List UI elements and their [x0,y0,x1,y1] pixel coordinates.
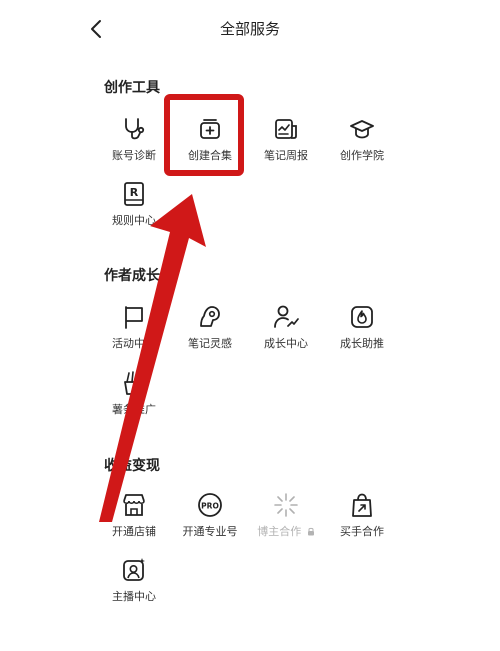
section-title-monetization: 收益变现 [104,458,160,474]
section-title-creation-tools: 创作工具 [104,80,160,96]
service-label: 博主合作 [246,523,326,539]
service-fries-promotion[interactable]: 薯条推广 [94,370,174,430]
pro-badge-icon: PRO [197,492,223,518]
service-creator-academy[interactable]: 创作学院 [322,116,402,176]
page-title: 全部服务 [219,20,280,38]
svg-text:PRO: PRO [201,502,219,511]
shopping-bag-icon [349,492,375,518]
highlight-box [164,94,244,176]
service-buyer-collaboration[interactable]: 买手合作 [322,492,402,552]
service-label: 笔记周报 [264,149,308,162]
service-note-inspiration[interactable]: 笔记灵感 [170,304,250,364]
sparkle-icon [273,492,299,518]
service-label: 薯条推广 [112,403,156,416]
service-label: 成长助推 [340,337,384,350]
section-title-author-growth: 作者成长 [104,268,160,284]
service-label: 账号诊断 [112,149,156,162]
service-blogger-collaboration[interactable]: 博主合作 [246,492,326,552]
flame-icon [349,304,375,330]
service-activity-center[interactable]: 活动中心 [94,304,174,364]
top-bar: 全部服务 [0,0,500,58]
service-label: 开通专业号 [182,525,238,538]
service-label-text: 博主合作 [257,525,302,538]
service-label: 买手合作 [340,525,384,538]
stethoscope-icon [121,116,147,142]
graduation-cap-icon [349,116,375,142]
weekly-report-icon [273,116,299,142]
user-growth-icon [273,304,299,330]
flag-icon [121,304,147,330]
lock-icon [307,527,315,536]
service-label: 开通店铺 [112,525,156,538]
service-label: 主播中心 [112,590,156,603]
svg-text:R: R [130,186,139,199]
service-weekly-report[interactable]: 笔记周报 [246,116,326,176]
service-label: 规则中心 [112,214,156,227]
streamer-icon [121,557,147,583]
rule-book-icon: R [121,181,147,207]
fries-icon [121,370,147,396]
service-rules-center[interactable]: R 规则中心 [94,181,174,241]
service-growth-boost[interactable]: 成长助推 [322,304,402,364]
service-streamer-center[interactable]: 主播中心 [94,557,174,617]
service-label: 成长中心 [264,337,308,350]
service-account-diagnosis[interactable]: 账号诊断 [94,116,174,176]
service-label: 笔记灵感 [188,337,232,350]
service-growth-center[interactable]: 成长中心 [246,304,326,364]
store-icon [121,492,147,518]
service-label: 活动中心 [112,337,156,350]
lightbulb-icon [197,304,223,330]
service-open-pro-account[interactable]: PRO 开通专业号 [170,492,250,552]
service-label: 创作学院 [340,149,384,162]
service-open-store[interactable]: 开通店铺 [94,492,174,552]
